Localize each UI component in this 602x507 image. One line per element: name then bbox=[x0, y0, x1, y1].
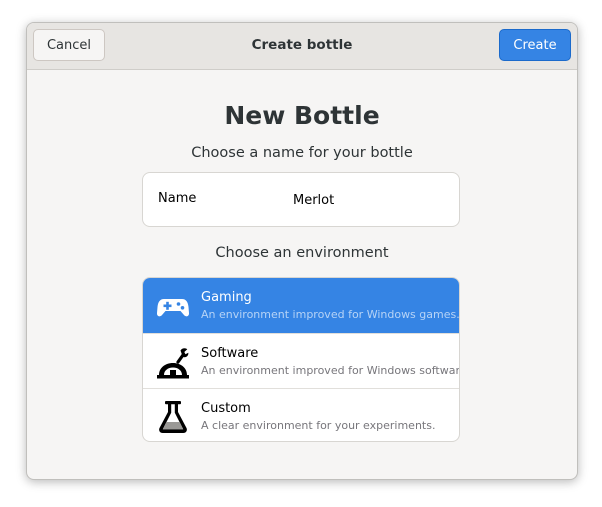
environment-item-custom[interactable]: Custom A clear environment for your expe… bbox=[143, 388, 459, 441]
name-entry-row: Name bbox=[142, 172, 460, 227]
environment-title: Custom bbox=[201, 401, 251, 416]
environment-description: An environment improved for Windows game… bbox=[201, 308, 460, 321]
environment-item-gaming[interactable]: Gaming An environment improved for Windo… bbox=[143, 278, 460, 333]
name-label: Name bbox=[158, 191, 197, 206]
name-prompt: Choose a name for your bottle bbox=[191, 145, 413, 161]
dialog-title: Create bottle bbox=[251, 37, 353, 53]
gamepad-icon bbox=[156, 289, 190, 323]
create-bottle-dialog: Cancel Create bottle Create New Bottle C… bbox=[26, 22, 578, 480]
environment-description: An environment improved for Windows soft… bbox=[201, 364, 460, 377]
environment-title: Software bbox=[201, 346, 259, 361]
environment-prompt: Choose an environment bbox=[215, 245, 389, 261]
software-tools-icon bbox=[156, 345, 190, 379]
environment-item-software[interactable]: Software An environment improved for Win… bbox=[143, 333, 460, 388]
environment-description: A clear environment for your experiments… bbox=[201, 419, 436, 432]
environment-title: Gaming bbox=[201, 290, 252, 305]
environment-list: Gaming An environment improved for Windo… bbox=[142, 277, 460, 442]
create-button[interactable]: Create bbox=[499, 29, 571, 61]
flask-icon bbox=[156, 400, 190, 434]
header-bar: Cancel Create bottle Create bbox=[27, 23, 577, 70]
page-title: New Bottle bbox=[224, 101, 380, 130]
name-input[interactable] bbox=[293, 185, 448, 215]
